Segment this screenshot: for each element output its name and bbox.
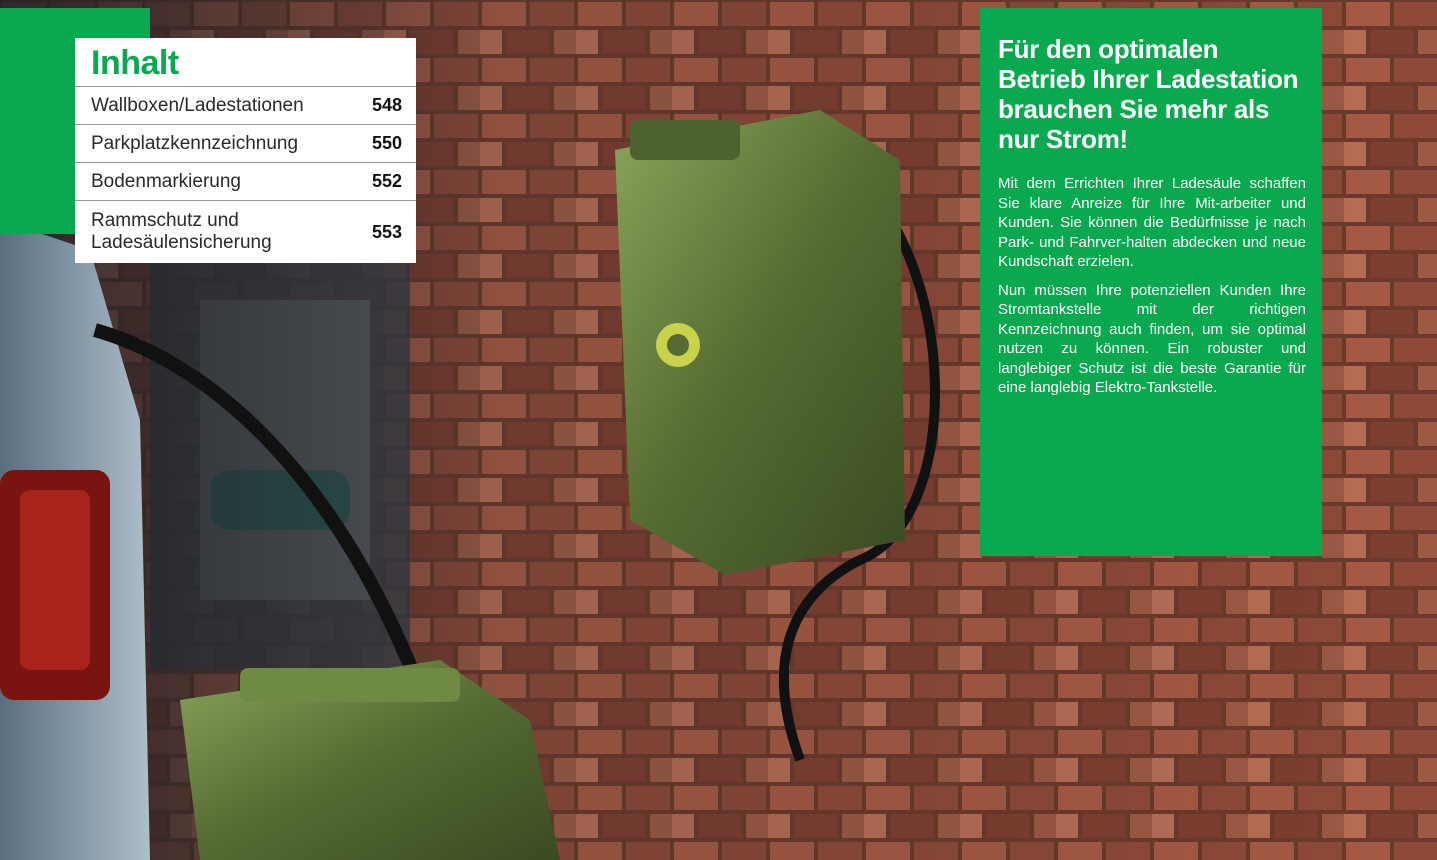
toc-item-page: 550 (371, 133, 402, 153)
catalog-page: Inhalt Wallboxen/Ladestationen 548 Parkp… (0, 0, 1437, 860)
info-paragraph: Nun müssen Ihre potenziellen Kunden Ihre… (998, 281, 1306, 397)
toc-item[interactable]: Parkplatzkennzeichnung 550 (75, 124, 416, 162)
toc-item-label: Rammschutz und Ladesäulensicherung (91, 210, 272, 253)
toc-item-page: 552 (371, 171, 402, 191)
info-box: Für den optimalen Betrieb Ihrer Ladestat… (980, 8, 1322, 556)
toc-item-page: 548 (371, 95, 402, 115)
info-heading: Für den optimalen Betrieb Ihrer Ladestat… (998, 34, 1299, 154)
toc-item-page: 553 (371, 222, 402, 242)
toc-item-label: Bodenmarkierung (91, 170, 241, 192)
toc-item-label: Wallboxen/Ladestationen (91, 94, 304, 116)
toc-title: Inhalt (91, 44, 179, 82)
toc-item[interactable]: Bodenmarkierung 552 (75, 162, 416, 200)
toc-item[interactable]: Rammschutz und Ladesäulensicherung 553 (75, 200, 416, 263)
toc-item[interactable]: Wallboxen/Ladestationen 548 (75, 86, 416, 124)
toc-item-label: Parkplatzkennzeichnung (91, 132, 299, 154)
info-paragraph: Mit dem Errichten Ihrer Ladesäule schaff… (998, 175, 1306, 270)
table-of-contents: Inhalt Wallboxen/Ladestationen 548 Parkp… (75, 38, 416, 263)
